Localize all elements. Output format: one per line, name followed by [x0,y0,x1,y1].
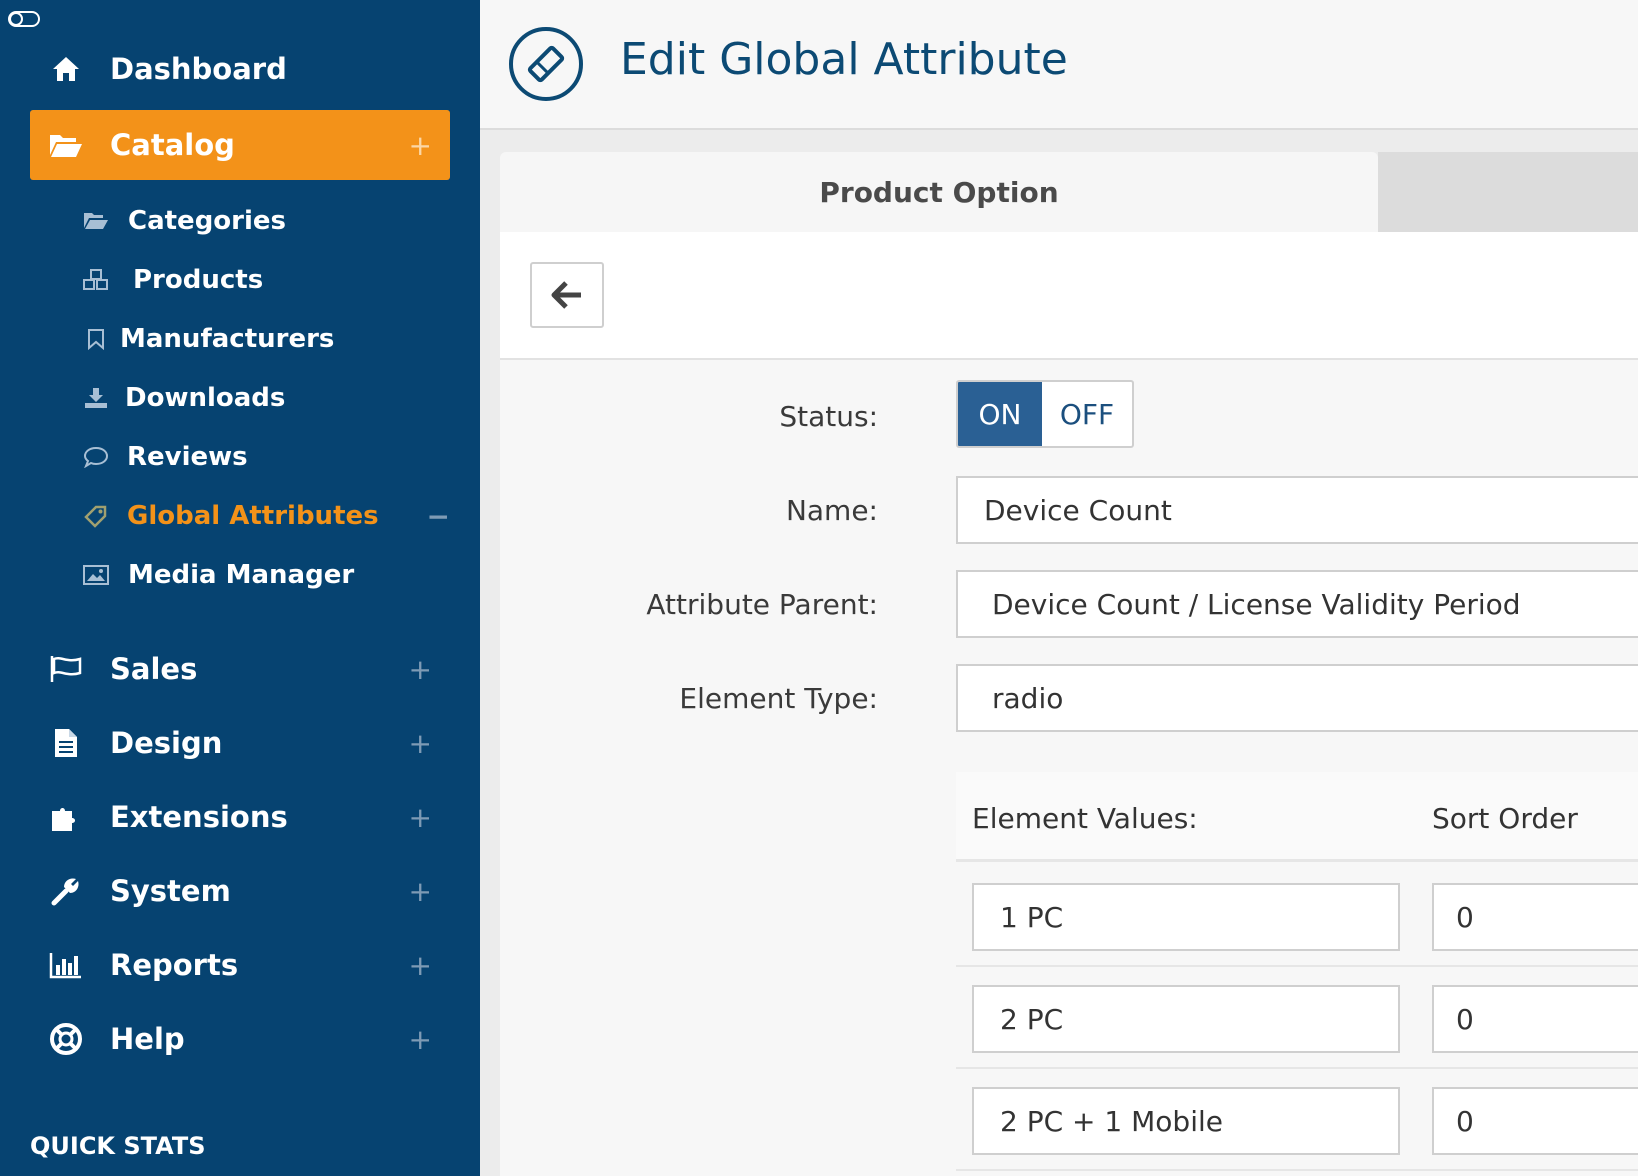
bar-chart-icon [48,947,84,983]
status-label: Status: [779,400,878,433]
sidebar-item-dashboard[interactable]: Dashboard [30,34,450,104]
edit-panel: Status: ON OFF Name: Device Count Attrib… [500,232,1638,1176]
sidebar-item-label: Extensions [110,800,288,834]
folder-icon [82,207,110,235]
tag-icon [82,502,110,530]
bookmark-icon [82,325,110,353]
sidebar-item-extensions[interactable]: Extensions + [30,782,450,852]
attribute-parent-label: Attribute Parent: [646,588,878,621]
sidebar-item-label: Reviews [127,442,248,472]
ticket-icon [509,27,583,101]
sidebar-item-label: Catalog [110,128,235,162]
table-row: 2 PC 0 [956,967,1638,1069]
page-header: Edit Global Attribute [480,0,1638,130]
sidebar: Dashboard Catalog + Categories Products … [0,0,480,1176]
element-values-header: Element Values: [972,802,1198,835]
sidebar-item-media-manager[interactable]: Media Manager [82,547,450,603]
sidebar-item-design[interactable]: Design + [30,708,450,778]
expand-icon[interactable]: + [409,801,432,834]
sidebar-item-label: Categories [128,206,287,236]
sidebar-item-label: Dashboard [110,52,287,86]
sort-order-input[interactable]: 0 [1432,883,1638,951]
expand-icon[interactable]: + [409,129,432,162]
cubes-icon [82,266,110,294]
document-icon [48,725,84,761]
status-switch[interactable]: ON OFF [956,380,1134,448]
sidebar-item-manufacturers[interactable]: Manufacturers [82,311,450,367]
tab-bar: Product Option [500,152,1638,232]
sidebar-item-label: Manufacturers [120,324,335,354]
sidebar-toggle-icon[interactable] [8,9,40,29]
lifebuoy-icon [48,1021,84,1057]
sidebar-item-label: Reports [110,948,239,982]
sidebar-item-reports[interactable]: Reports + [30,930,450,1000]
sidebar-item-label: Downloads [125,383,286,413]
sidebar-item-label: Help [110,1022,185,1056]
sidebar-item-label: Products [133,265,264,295]
page-title: Edit Global Attribute [620,34,1068,85]
element-values-table: Element Values: Sort Order 1 PC 0 2 PC 0… [956,772,1638,1176]
back-button[interactable] [530,262,604,328]
quick-stats-heading: QUICK STATS [30,1132,206,1160]
tab-product-option[interactable]: Product Option [500,152,1378,232]
name-field[interactable]: Device Count [956,476,1638,544]
sidebar-item-downloads[interactable]: Downloads [82,370,450,426]
expand-icon[interactable]: + [409,949,432,982]
panel-toolbar [500,232,1638,360]
sidebar-item-label: Sales [110,652,198,686]
element-value-input[interactable]: 1 PC [972,883,1400,951]
comment-icon [82,443,110,471]
table-header: Element Values: Sort Order [956,772,1638,862]
sidebar-item-label: System [110,874,231,908]
puzzle-icon [48,799,84,835]
element-type-label: Element Type: [679,682,878,715]
sidebar-item-label: Global Attributes [127,501,379,531]
expand-icon[interactable]: + [409,1023,432,1056]
sidebar-item-help[interactable]: Help + [30,1004,450,1074]
sidebar-item-products[interactable]: Products [82,252,450,308]
sort-order-input[interactable]: 0 [1432,1087,1638,1155]
sidebar-item-label: Design [110,726,223,760]
arrow-left-icon [551,281,581,309]
attribute-parent-select[interactable]: Device Count / License Validity Period [956,570,1638,638]
sidebar-item-global-attributes[interactable]: Global Attributes − [82,488,450,544]
name-label: Name: [785,494,878,527]
collapse-icon[interactable]: − [427,500,450,533]
folder-open-icon [48,127,84,163]
status-on-option[interactable]: ON [958,382,1042,446]
sidebar-item-system[interactable]: System + [30,856,450,926]
wrench-icon [48,873,84,909]
sort-order-header: Sort Order [1432,802,1578,835]
sidebar-item-label: Media Manager [128,560,355,590]
sort-order-input[interactable]: 0 [1432,985,1638,1053]
element-value-input[interactable]: 2 PC + 1 Mobile [972,1087,1400,1155]
sidebar-item-categories[interactable]: Categories [82,193,450,249]
expand-icon[interactable]: + [409,653,432,686]
table-row: 2 PC + 1 Mobile 0 [956,1069,1638,1171]
sidebar-item-reviews[interactable]: Reviews [82,429,450,485]
home-icon [48,51,84,87]
element-type-field[interactable]: radio [956,664,1638,732]
sidebar-item-sales[interactable]: Sales + [30,634,450,704]
tab-bar-filler [1378,152,1638,232]
expand-icon[interactable]: + [409,875,432,908]
sidebar-item-catalog[interactable]: Catalog + [30,110,450,180]
element-value-input[interactable]: 2 PC [972,985,1400,1053]
download-icon [82,384,110,412]
image-icon [82,561,110,589]
flag-icon [48,651,84,687]
expand-icon[interactable]: + [409,727,432,760]
status-off-option[interactable]: OFF [1042,382,1132,446]
table-row: 1 PC 0 [956,865,1638,967]
